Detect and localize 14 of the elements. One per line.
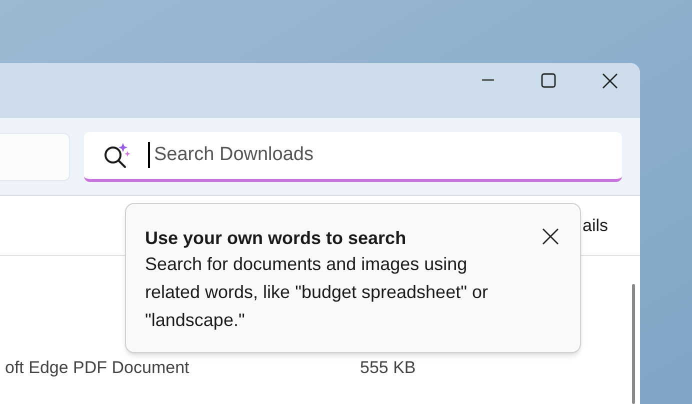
tip-title: Use your own words to search [145, 227, 408, 250]
file-type-cell-text: oft Edge PDF Document [4, 357, 190, 380]
close-button[interactable] [540, 226, 560, 246]
search-bar[interactable]: Search Downloads [84, 132, 622, 182]
close-icon [542, 228, 558, 244]
text-caret [148, 142, 150, 168]
sparkle-search-icon [102, 141, 132, 170]
details-button[interactable]: ails [582, 212, 608, 238]
maximize-icon[interactable] [541, 73, 556, 88]
tip-body: Search for documents and images using related words, like "budget spreadsheet" or "landscape." [145, 253, 489, 332]
address-field[interactable] [0, 132, 70, 181]
close-icon[interactable] [602, 73, 618, 89]
scrollbar-thumb[interactable] [632, 284, 634, 404]
file-size-cell-text: 555 KB [360, 357, 416, 380]
